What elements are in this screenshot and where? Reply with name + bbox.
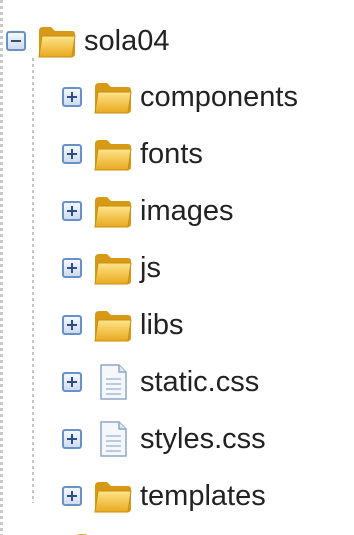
tree-node-folder[interactable]: components	[62, 74, 298, 120]
expand-toggle-icon[interactable]	[62, 429, 82, 449]
tree-node-label: styles.css	[140, 422, 266, 455]
tree-node-folder[interactable]: fonts	[62, 131, 203, 177]
tree-node-label: fonts	[140, 137, 203, 170]
tree-node-label: components	[140, 80, 298, 113]
expand-toggle-icon[interactable]	[62, 258, 82, 278]
folder-icon	[94, 254, 132, 285]
tree-node-file[interactable]: styles.css	[62, 416, 266, 462]
tree-node-label: js	[140, 251, 161, 284]
folder-icon	[94, 311, 132, 342]
tree-node-folder[interactable]: templates	[62, 473, 266, 519]
tree-node-label: libs	[140, 308, 184, 341]
expand-toggle-icon[interactable]	[62, 315, 82, 335]
expand-toggle-icon[interactable]	[62, 486, 82, 506]
tree-guide-line	[0, 0, 3, 535]
file-icon	[100, 364, 127, 400]
collapse-toggle-icon[interactable]	[6, 31, 26, 51]
tree-node-folder[interactable]: libs	[62, 302, 184, 348]
tree-node-label: sola04	[84, 24, 170, 57]
expand-toggle-icon[interactable]	[62, 372, 82, 392]
file-icon	[100, 421, 127, 457]
tree-node-folder[interactable]: js	[62, 245, 161, 291]
expand-toggle-icon[interactable]	[62, 87, 82, 107]
file-tree: sola04 components fonts images js libs s…	[0, 0, 354, 535]
tree-node-folder[interactable]: images	[62, 188, 234, 234]
tree-node-label: templates	[140, 479, 266, 512]
folder-icon	[94, 83, 132, 114]
tree-branch-line	[32, 58, 34, 503]
folder-icon-partial	[77, 534, 87, 535]
tree-node-label: static.css	[140, 365, 260, 398]
expand-toggle-icon[interactable]	[62, 144, 82, 164]
folder-icon	[38, 27, 76, 58]
tree-node-label: images	[140, 194, 234, 227]
folder-icon	[94, 197, 132, 228]
expand-toggle-icon[interactable]	[62, 201, 82, 221]
tree-node-file[interactable]: static.css	[62, 359, 259, 405]
folder-icon	[94, 482, 132, 513]
tree-node-root[interactable]: sola04	[6, 18, 169, 64]
folder-icon	[94, 140, 132, 171]
